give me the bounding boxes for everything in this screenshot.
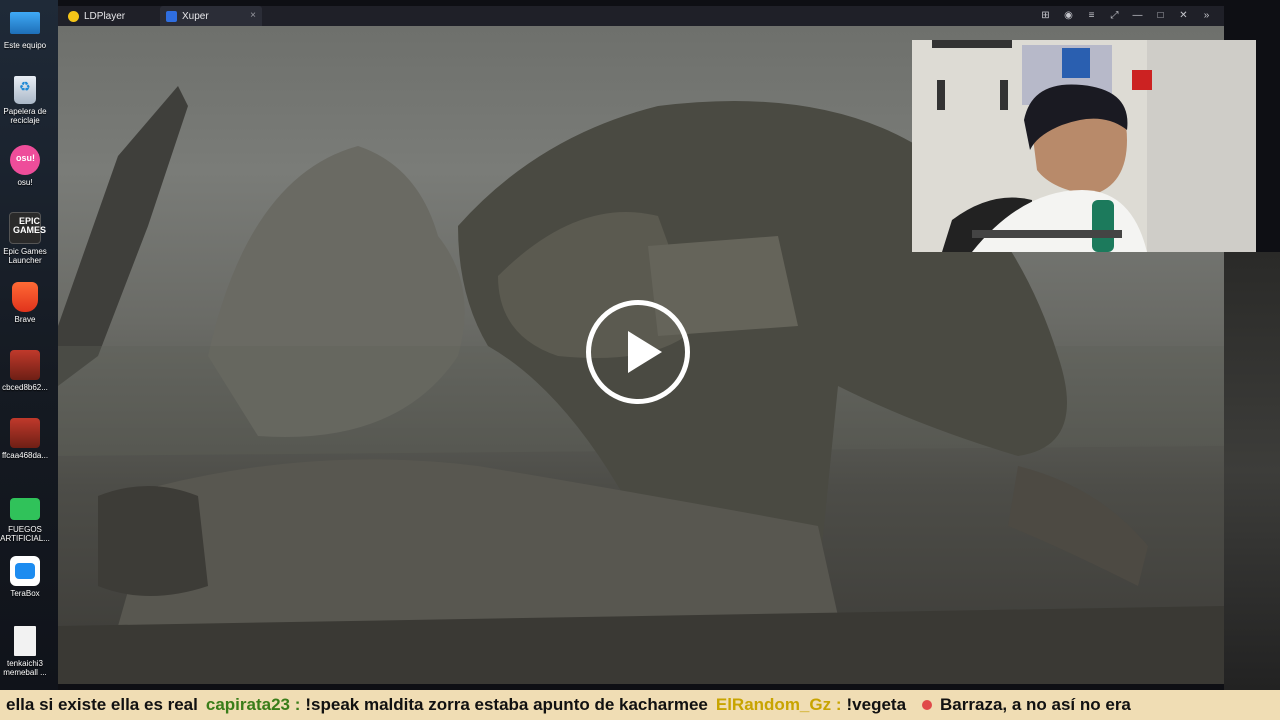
desktop-icon-cbced[interactable]: cbced8b62... (0, 350, 50, 392)
desktop-icon-osu[interactable]: osu! osu! (0, 145, 50, 187)
keyboard-mapping-icon[interactable]: ⊞ (1034, 6, 1057, 26)
chat-ticker: ella si existe ella es real capirata23 :… (0, 690, 1280, 720)
desktop-icon-tenkaichi[interactable]: tenkaichi3 memeball ... (0, 626, 50, 677)
emote-icon (922, 700, 933, 710)
epic-games-icon: EPIC GAMES (9, 212, 46, 244)
webcam-overlay (912, 40, 1256, 252)
game-shortcut-icon (10, 350, 40, 380)
close-tab-icon[interactable]: × (250, 10, 256, 21)
tab-xuper[interactable]: Xuper × (160, 6, 262, 26)
desktop-icon-epic[interactable]: EPIC GAMES Epic Games Launcher (0, 212, 50, 265)
desktop-icon-este-equipo[interactable]: Este equipo (0, 8, 50, 50)
brave-icon (12, 282, 38, 312)
restore-icon[interactable]: ⤢ (1103, 6, 1126, 26)
tab-ldplayer[interactable]: LDPlayer (62, 6, 164, 26)
maximize-icon[interactable]: □ (1149, 6, 1172, 26)
play-button[interactable] (586, 300, 690, 404)
play-icon (628, 331, 662, 373)
chat-message: Barraza, a no así no era (940, 695, 1131, 714)
chat-username: ElRandom_Gz : (715, 695, 842, 714)
desktop-icon-column: Este equipo ♻ Papelera de reciclaje osu!… (0, 0, 58, 690)
desktop-icon-terabox[interactable]: TeraBox (0, 556, 50, 598)
webcam-frame (912, 40, 1256, 252)
osu-icon: osu! (10, 145, 40, 175)
ldplayer-icon (68, 10, 79, 22)
computer-icon (10, 12, 40, 34)
chat-message: ella si existe ella es real (6, 695, 198, 714)
desktop-icon-fuegos[interactable]: FUEGOS ARTIFICIAL... (0, 498, 50, 543)
desktop-icon-brave[interactable]: Brave (0, 282, 50, 324)
title-bar: LDPlayer Xuper × ⊞ ◉ ≡ ⤢ — □ ✕ » (58, 6, 1224, 26)
desktop-icon-papelera[interactable]: ♻ Papelera de reciclaje (0, 76, 50, 125)
close-icon[interactable]: ✕ (1172, 6, 1195, 26)
desktop-icon-ffcaa[interactable]: ffcaa468da... (0, 418, 50, 460)
chat-username: capirata23 : (205, 695, 301, 714)
menu-icon[interactable]: ≡ (1080, 6, 1103, 26)
recycle-bin-icon: ♻ (14, 76, 36, 104)
background-strip (1224, 252, 1280, 690)
minimize-icon[interactable]: — (1126, 6, 1149, 26)
file-icon (14, 626, 36, 656)
chat-message: !speak maldita zorra estaba apunto de ka… (305, 695, 708, 714)
terabox-icon (10, 556, 40, 586)
chat-message: !vegeta (846, 695, 907, 714)
window-controls: ⊞ ◉ ≡ ⤢ — □ ✕ » (1034, 6, 1218, 26)
account-icon[interactable]: ◉ (1057, 6, 1080, 26)
xuper-icon (166, 10, 177, 22)
expand-sidebar-icon[interactable]: » (1195, 6, 1218, 26)
fireworks-icon (10, 498, 40, 520)
game-shortcut-icon (10, 418, 40, 448)
